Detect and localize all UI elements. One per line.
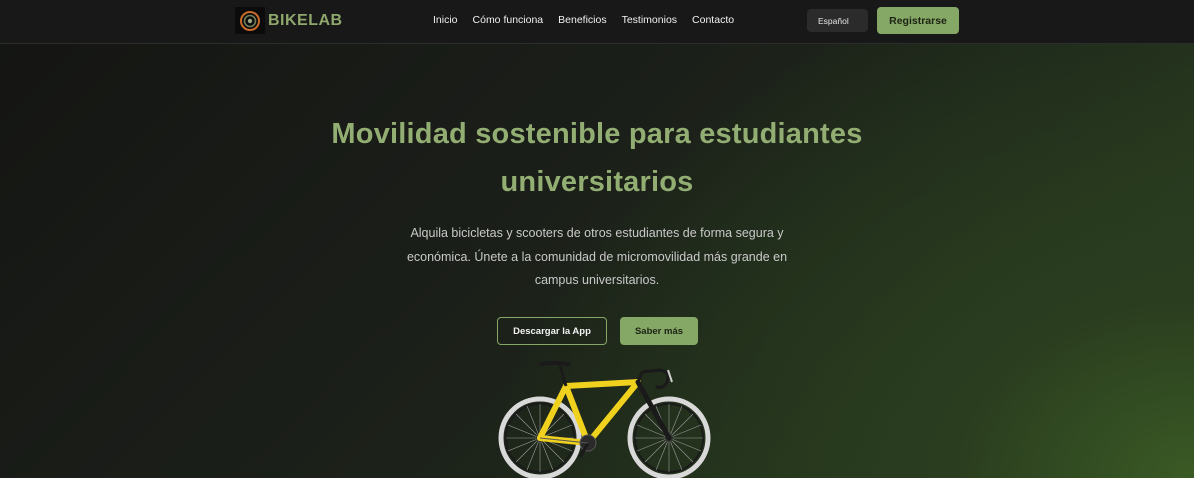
hero-description-line3: campus universitarios.	[534, 273, 660, 287]
download-app-button[interactable]: Descargar la App	[497, 317, 607, 345]
hero-description-line1: Alquila bicicletas y scooters de otros e…	[410, 226, 784, 240]
nav-link-testimonios[interactable]: Testimonios	[622, 14, 677, 26]
brand-logo[interactable]: BIKELAB	[235, 7, 343, 34]
landing-page: BIKELAB Inicio Cómo funciona Beneficios …	[0, 0, 1194, 478]
hero-title-line2: universitarios	[500, 166, 694, 198]
nav-link-contacto[interactable]: Contacto	[692, 14, 734, 26]
nav-link-beneficios[interactable]: Beneficios	[558, 14, 606, 26]
logo-icon	[235, 7, 265, 34]
hero-description: Alquila bicicletas y scooters de otros e…	[387, 222, 807, 293]
hero-description-line2: económica. Únete a la comunidad de micro…	[406, 249, 788, 264]
nav-links: Inicio Cómo funciona Beneficios Testimon…	[433, 14, 749, 26]
learn-more-button[interactable]: Saber más	[620, 317, 698, 345]
nav-link-inicio[interactable]: Inicio	[433, 14, 458, 26]
language-selector[interactable]: Español	[807, 9, 868, 32]
brand-name: BIKELAB	[268, 11, 343, 29]
hero-title-line1: Movilidad sostenible para estudiantes	[331, 118, 863, 150]
register-button[interactable]: Registrarse	[877, 7, 959, 34]
nav-link-como-funciona[interactable]: Cómo funciona	[473, 14, 544, 26]
hero-title: Movilidad sostenible para estudiantes un…	[197, 110, 997, 206]
bicycle-image	[480, 358, 716, 478]
navbar: BIKELAB Inicio Cómo funciona Beneficios …	[0, 0, 1194, 44]
